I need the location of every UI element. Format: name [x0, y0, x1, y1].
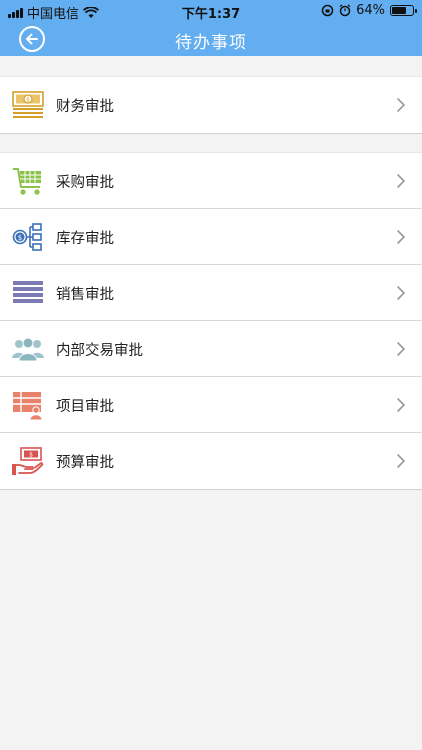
shopping-cart-icon — [13, 168, 41, 195]
stripes-list-icon — [13, 281, 43, 303]
chevron-right-icon — [397, 398, 405, 412]
chevron-right-icon — [397, 286, 405, 300]
list-item-inventory-approval[interactable]: $ 库存审批 — [0, 209, 422, 265]
navigation-bar: 待办事项 — [0, 22, 422, 56]
list-item-label: 内部交易审批 — [56, 343, 143, 359]
page-title: 待办事项 — [175, 33, 247, 53]
list-item-label: 财务审批 — [56, 99, 114, 115]
battery-icon — [390, 5, 417, 16]
chevron-right-icon — [397, 174, 405, 188]
money-stack-icon: $ — [12, 91, 44, 118]
list-item-project-approval[interactable]: 项目审批 — [0, 377, 422, 433]
list-item-finance-approval[interactable]: $ 财务审批 — [0, 77, 422, 133]
svg-text:$: $ — [18, 234, 22, 242]
list-item-label: 采购审批 — [56, 175, 114, 191]
alarm-icon — [339, 4, 351, 17]
battery-percent: 64% — [356, 3, 385, 18]
inventory-tree-icon: $ — [12, 223, 42, 251]
list-item-sales-approval[interactable]: 销售审批 — [0, 265, 422, 321]
hand-money-icon: $ — [12, 447, 44, 475]
rotation-lock-icon — [321, 4, 334, 17]
list-group-finance: $ 财务审批 — [0, 76, 422, 134]
chevron-right-icon — [397, 454, 405, 468]
list-item-label: 销售审批 — [56, 287, 114, 303]
list-group-approvals: 采购审批 $ 库存审批 销售审批 内部交易审批 项目审批 $ 预算审批 — [0, 152, 422, 490]
svg-text:$: $ — [26, 97, 30, 104]
list-item-label: 项目审批 — [56, 399, 114, 415]
list-item-purchase-approval[interactable]: 采购审批 — [0, 153, 422, 209]
status-bar: 中国电信 下午1:37 64% — [0, 0, 422, 22]
chevron-right-icon — [397, 230, 405, 244]
top-bar: 中国电信 下午1:37 64% 待办事项 — [0, 0, 422, 56]
people-group-icon — [12, 337, 44, 362]
list-item-internal-trade-approval[interactable]: 内部交易审批 — [0, 321, 422, 377]
chevron-right-icon — [397, 98, 405, 112]
project-board-icon — [13, 392, 43, 421]
list-item-label: 预算审批 — [56, 455, 114, 471]
list-item-label: 库存审批 — [56, 231, 114, 247]
list-item-budget-approval[interactable]: $ 预算审批 — [0, 433, 422, 489]
chevron-right-icon — [397, 342, 405, 356]
svg-text:$: $ — [29, 451, 33, 458]
